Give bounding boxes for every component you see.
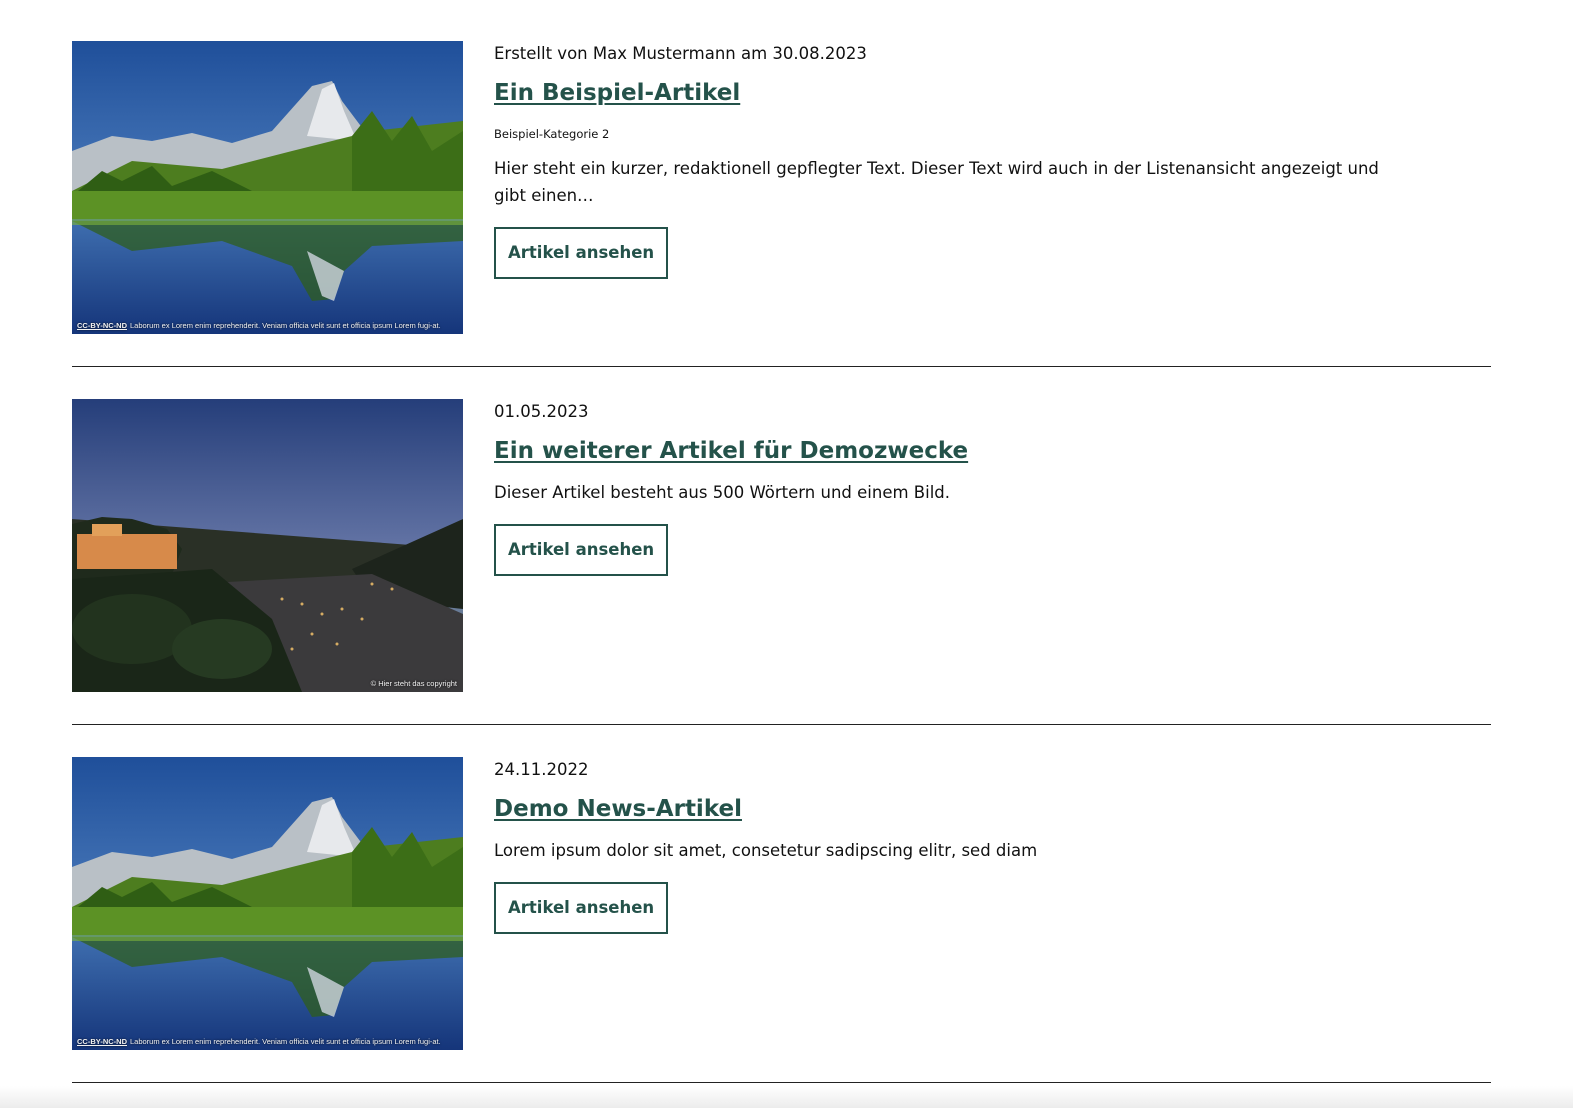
article-content: Erstellt von Max Mustermann am 30.08.202… [494, 43, 1414, 279]
news-item: CC-BY-NC-ND Laborum ex Lorem enim reprehe… [72, 41, 1491, 367]
article-image-city-dusk[interactable]: © Hier steht das copyright [72, 399, 463, 692]
article-teaser: Dieser Artikel besteht aus 500 Wörtern u… [494, 483, 950, 502]
article-teaser: Hier steht ein kurzer, redaktionell gepf… [494, 159, 1379, 205]
city-dusk-image [72, 399, 463, 692]
mountain-lake-image [72, 757, 463, 1050]
article-meta: Erstellt von Max Mustermann am 30.08.202… [494, 44, 867, 63]
view-article-button[interactable]: Artikel ansehen [494, 227, 669, 279]
mountain-lake-image [72, 41, 463, 334]
caption-text: Laborum ex Lorem enim reprehenderit. Ven… [130, 1037, 441, 1046]
article-title-link[interactable]: Ein Beispiel-Artikel [494, 79, 740, 107]
article-teaser: Lorem ipsum dolor sit amet, consetetur s… [494, 841, 1038, 860]
license-link[interactable]: CC-BY-NC-ND [77, 1037, 127, 1046]
image-caption: CC-BY-NC-ND Laborum ex Lorem enim reprehe… [77, 1037, 455, 1046]
image-caption: CC-BY-NC-ND Laborum ex Lorem enim reprehe… [77, 321, 455, 330]
news-item: CC-BY-NC-ND Laborum ex Lorem enim reprehe… [72, 757, 1491, 1083]
article-content: 01.05.2023 Ein weiterer Artikel für Demo… [494, 401, 1414, 576]
caption-text: Laborum ex Lorem enim reprehenderit. Ven… [130, 321, 441, 330]
news-list: CC-BY-NC-ND Laborum ex Lorem enim reprehe… [72, 41, 1491, 1083]
license-link[interactable]: CC-BY-NC-ND [77, 321, 127, 330]
article-meta: 24.11.2022 [494, 760, 589, 779]
view-article-button[interactable]: Artikel ansehen [494, 882, 669, 934]
article-meta: 01.05.2023 [494, 402, 589, 421]
article-content: 24.11.2022 Demo News-Artikel Lorem ipsum… [494, 759, 1414, 934]
article-category: Beispiel-Kategorie 2 [494, 127, 610, 141]
bottom-fade [0, 1086, 1573, 1108]
view-article-button[interactable]: Artikel ansehen [494, 524, 669, 576]
image-copyright: © Hier steht das copyright [370, 679, 457, 688]
article-title-link[interactable]: Ein weiterer Artikel für Demozwecke [494, 437, 968, 465]
article-title-link[interactable]: Demo News-Artikel [494, 795, 742, 823]
article-image-mountain-lake[interactable]: CC-BY-NC-ND Laborum ex Lorem enim reprehe… [72, 757, 463, 1050]
article-image-mountain-lake[interactable]: CC-BY-NC-ND Laborum ex Lorem enim reprehe… [72, 41, 463, 334]
news-item: © Hier steht das copyright 01.05.2023 Ei… [72, 399, 1491, 725]
